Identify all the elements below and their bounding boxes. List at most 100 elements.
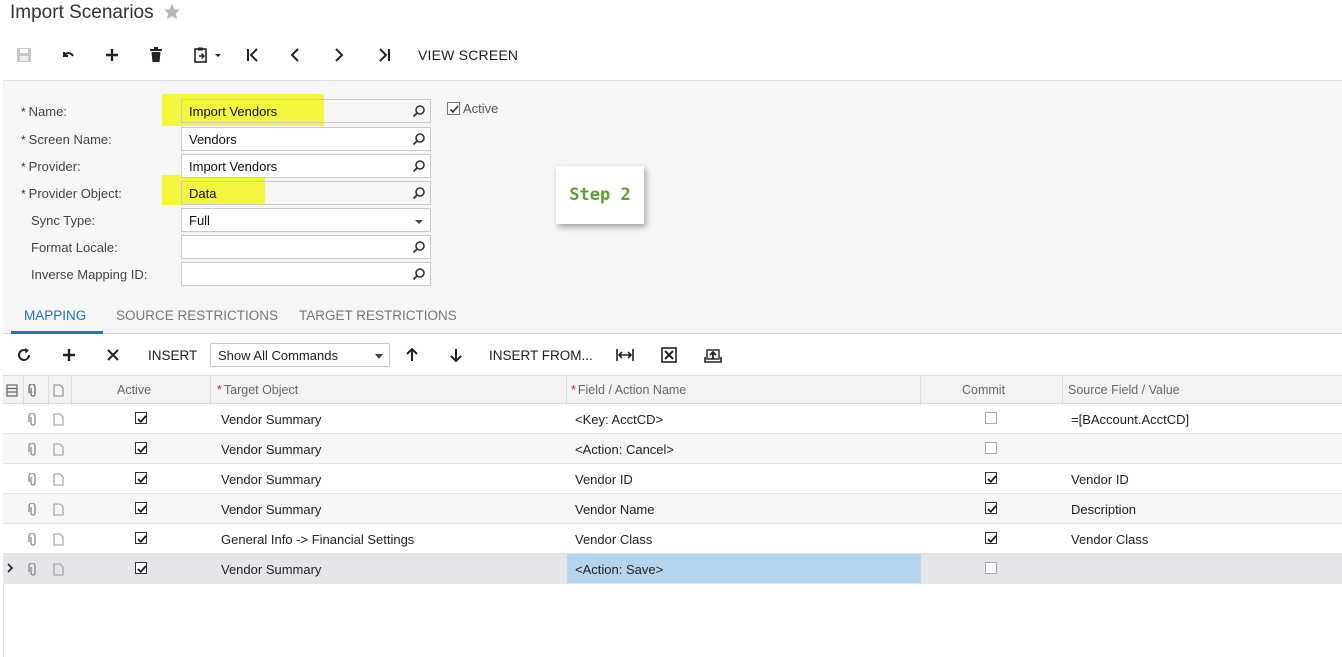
attachment-icon[interactable] <box>28 503 38 516</box>
upload-icon[interactable] <box>704 335 722 375</box>
format-locale-field[interactable] <box>181 235 431 259</box>
search-icon[interactable] <box>412 159 426 173</box>
add-icon[interactable] <box>102 38 122 72</box>
fit-columns-icon[interactable] <box>616 335 634 375</box>
provider-object-field[interactable]: Data <box>181 181 431 205</box>
clipboard-icon[interactable] <box>190 38 226 72</box>
table-row[interactable]: Vendor Summary Vendor Name Description <box>3 494 1342 524</box>
active-checkbox[interactable] <box>135 412 147 424</box>
move-down-icon[interactable] <box>449 335 463 375</box>
move-up-icon[interactable] <box>405 335 419 375</box>
divider <box>3 583 4 657</box>
grid-header: Active * Target Object * Field / Action Na… <box>3 375 1342 405</box>
previous-record-icon[interactable] <box>285 38 305 72</box>
target-object-cell[interactable]: General Info -> Financial Settings <box>221 532 414 547</box>
note-icon[interactable] <box>53 563 64 576</box>
tab-mapping[interactable]: MAPPING <box>24 308 86 323</box>
title-bar: Import Scenarios <box>0 0 1342 30</box>
provider-field[interactable]: Import Vendors <box>181 154 431 178</box>
attachment-icon[interactable] <box>28 413 38 426</box>
table-row[interactable]: Vendor Summary <Action: Cancel> <box>3 434 1342 464</box>
tab-source-restrictions[interactable]: SOURCE RESTRICTIONS <box>116 308 278 323</box>
active-tab-indicator <box>11 331 103 334</box>
tab-bar: MAPPING SOURCE RESTRICTIONS TARGET RESTR… <box>3 300 1342 334</box>
note-icon[interactable] <box>53 413 64 426</box>
active-checkbox[interactable] <box>135 532 147 544</box>
field-action-cell[interactable]: <Action: Save> <box>575 562 663 577</box>
attachment-icon[interactable] <box>28 473 38 486</box>
field-action-cell[interactable]: Vendor ID <box>575 472 633 487</box>
source-field-cell[interactable]: Description <box>1071 502 1136 517</box>
active-checkbox[interactable] <box>135 472 147 484</box>
refresh-icon[interactable] <box>16 335 32 375</box>
note-icon[interactable] <box>53 533 64 546</box>
commit-checkbox[interactable] <box>985 472 997 484</box>
insert-button[interactable]: INSERT <box>148 335 197 375</box>
source-field-cell[interactable]: Vendor ID <box>1071 472 1129 487</box>
delete-icon[interactable] <box>146 38 166 72</box>
commit-checkbox[interactable] <box>985 562 997 574</box>
commit-checkbox[interactable] <box>985 412 997 424</box>
last-record-icon[interactable] <box>374 38 394 72</box>
active-checkbox[interactable] <box>135 502 147 514</box>
target-object-cell[interactable]: Vendor Summary <box>221 412 321 427</box>
search-icon[interactable] <box>412 104 426 118</box>
provider-object-label: * Provider Object: <box>21 186 122 201</box>
col-target-object[interactable]: * Target Object <box>217 383 298 397</box>
note-icon[interactable] <box>53 473 64 486</box>
attachment-icon[interactable] <box>28 563 38 576</box>
inverse-mapping-label: Inverse Mapping ID: <box>31 267 148 282</box>
note-icon[interactable] <box>53 503 64 516</box>
attachment-icon[interactable] <box>28 443 38 456</box>
search-icon[interactable] <box>412 267 426 281</box>
tab-target-restrictions[interactable]: TARGET RESTRICTIONS <box>299 308 457 323</box>
col-active[interactable]: Active <box>117 383 151 397</box>
active-checkbox[interactable] <box>135 562 147 574</box>
field-action-cell[interactable]: Vendor Class <box>575 532 652 547</box>
target-object-cell[interactable]: Vendor Summary <box>221 442 321 457</box>
field-action-cell[interactable]: Vendor Name <box>575 502 655 517</box>
commit-checkbox[interactable] <box>985 502 997 514</box>
insert-from-button[interactable]: INSERT FROM... <box>489 335 593 375</box>
undo-icon[interactable] <box>58 38 78 72</box>
name-field[interactable]: Import Vendors <box>181 99 431 123</box>
field-action-cell[interactable]: <Action: Cancel> <box>575 442 674 457</box>
col-commit[interactable]: Commit <box>962 383 1005 397</box>
search-icon[interactable] <box>412 132 426 146</box>
grid-settings-icon[interactable] <box>6 384 18 397</box>
favorite-star-icon[interactable] <box>162 2 182 22</box>
table-row[interactable]: Vendor Summary <Key: AcctCD> =[BAccount.Ac… <box>3 404 1342 434</box>
table-row[interactable]: Vendor Summary <Action: Save> <box>3 554 1342 584</box>
attachment-icon <box>28 384 36 397</box>
table-row[interactable]: Vendor Summary Vendor ID Vendor ID <box>3 464 1342 494</box>
col-field-action[interactable]: * Field / Action Name <box>571 383 686 397</box>
view-screen-button[interactable]: VIEW SCREEN <box>418 38 518 72</box>
add-row-icon[interactable] <box>62 335 76 375</box>
commit-checkbox[interactable] <box>985 442 997 454</box>
target-object-cell[interactable]: Vendor Summary <box>221 472 321 487</box>
note-icon[interactable] <box>53 443 64 456</box>
source-field-cell[interactable]: =[BAccount.AcctCD] <box>1071 412 1189 427</box>
screen-name-field[interactable]: Vendors <box>181 127 431 151</box>
search-icon[interactable] <box>412 186 426 200</box>
search-icon[interactable] <box>412 240 426 254</box>
target-object-cell[interactable]: Vendor Summary <box>221 502 321 517</box>
target-object-cell[interactable]: Vendor Summary <box>221 562 321 577</box>
field-action-cell[interactable]: <Key: AcctCD> <box>575 412 663 427</box>
next-record-icon[interactable] <box>329 38 349 72</box>
first-record-icon[interactable] <box>243 38 263 72</box>
delete-row-icon[interactable] <box>106 335 120 375</box>
table-row[interactable]: General Info -> Financial Settings Vendor… <box>3 524 1342 554</box>
command-filter-select[interactable]: Show All Commands <box>210 343 390 367</box>
chevron-down-icon[interactable] <box>412 216 426 230</box>
sync-type-select[interactable]: Full <box>181 208 431 232</box>
inverse-mapping-field[interactable] <box>181 262 431 286</box>
col-source-field[interactable]: Source Field / Value <box>1068 383 1180 397</box>
export-excel-icon[interactable] <box>661 335 677 375</box>
source-field-cell[interactable]: Vendor Class <box>1071 532 1148 547</box>
active-checkbox[interactable] <box>135 442 147 454</box>
attachment-icon[interactable] <box>28 533 38 546</box>
save-icon[interactable] <box>14 38 34 72</box>
commit-checkbox[interactable] <box>985 532 997 544</box>
active-checkbox[interactable] <box>447 102 460 115</box>
